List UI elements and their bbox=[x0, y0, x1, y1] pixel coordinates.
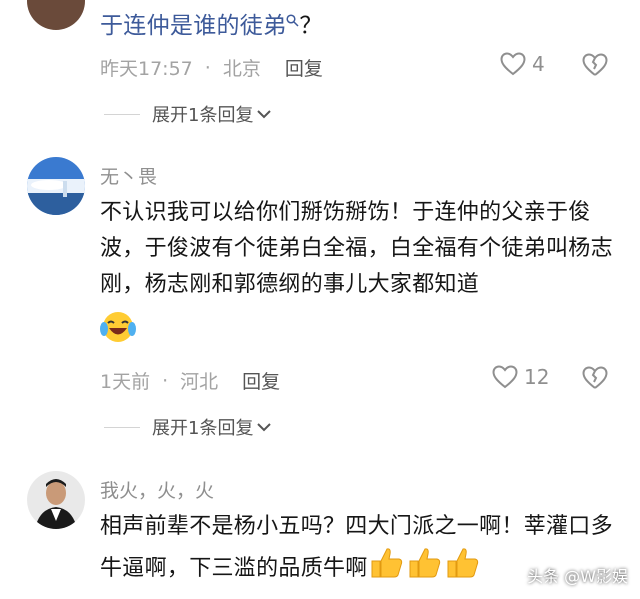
expand-label: 展开1条回复 bbox=[152, 105, 254, 126]
reply-button[interactable]: 回复 bbox=[242, 367, 280, 394]
comment-text-link[interactable]: 于连仲是谁的徒弟 bbox=[100, 13, 286, 39]
avatar[interactable] bbox=[27, 157, 85, 215]
dislike-button[interactable] bbox=[582, 366, 608, 394]
comment-username[interactable]: 无丶畏 bbox=[100, 162, 157, 189]
comment-username[interactable]: 我火，火，火 bbox=[100, 476, 214, 503]
like-count: 12 bbox=[524, 365, 550, 389]
crying-laughing-emoji bbox=[100, 309, 620, 357]
comment-text: 不认识我可以给你们掰饬掰饬！于连仲的父亲于俊波，于俊波有个徒弟白全福，白全福有个… bbox=[100, 195, 620, 357]
search-icon[interactable] bbox=[286, 14, 299, 27]
broken-heart-icon bbox=[582, 366, 608, 389]
chevron-down-icon bbox=[257, 110, 272, 119]
avatar-image bbox=[27, 157, 85, 215]
comment-meta: 1天前 · 河北 回复 bbox=[100, 367, 280, 394]
comment-meta: 昨天17:57 · 北京 回复 bbox=[100, 54, 323, 81]
avatar-image bbox=[27, 471, 85, 529]
thumbs-up-emoji bbox=[368, 545, 480, 593]
heart-icon bbox=[500, 52, 526, 76]
broken-heart-icon bbox=[582, 53, 608, 76]
avatar[interactable] bbox=[27, 471, 85, 529]
comment-text-suffix: ？ bbox=[299, 13, 323, 39]
reply-button[interactable]: 回复 bbox=[285, 54, 323, 81]
comment-time: 1天前 bbox=[100, 371, 151, 393]
comment-location: 河北 bbox=[180, 371, 219, 393]
expand-replies-button[interactable]: 展开1条回复 bbox=[104, 414, 272, 440]
heart-icon bbox=[492, 365, 518, 389]
comment-text-content: 不认识我可以给你们掰饬掰饬！于连仲的父亲于俊波，于俊波有个徒弟白全福，白全福有个… bbox=[100, 200, 613, 297]
watermark: 头条 @W影娱 bbox=[527, 567, 628, 586]
meta-separator: · bbox=[162, 369, 169, 392]
like-button[interactable]: 12 bbox=[492, 365, 549, 389]
like-button[interactable]: 4 bbox=[500, 52, 545, 76]
expand-label: 展开1条回复 bbox=[152, 418, 254, 439]
divider-line bbox=[104, 113, 140, 115]
meta-separator: · bbox=[204, 56, 211, 79]
comment-text: 于连仲是谁的徒弟 ？ bbox=[100, 8, 620, 44]
like-count: 4 bbox=[532, 52, 545, 76]
dislike-button[interactable] bbox=[582, 53, 608, 81]
comment-location: 北京 bbox=[222, 58, 261, 80]
expand-replies-button[interactable]: 展开1条回复 bbox=[104, 101, 272, 127]
divider-line bbox=[104, 426, 140, 428]
avatar[interactable] bbox=[27, 0, 85, 30]
chevron-down-icon bbox=[257, 423, 272, 432]
comment-time: 昨天17:57 bbox=[100, 58, 193, 80]
